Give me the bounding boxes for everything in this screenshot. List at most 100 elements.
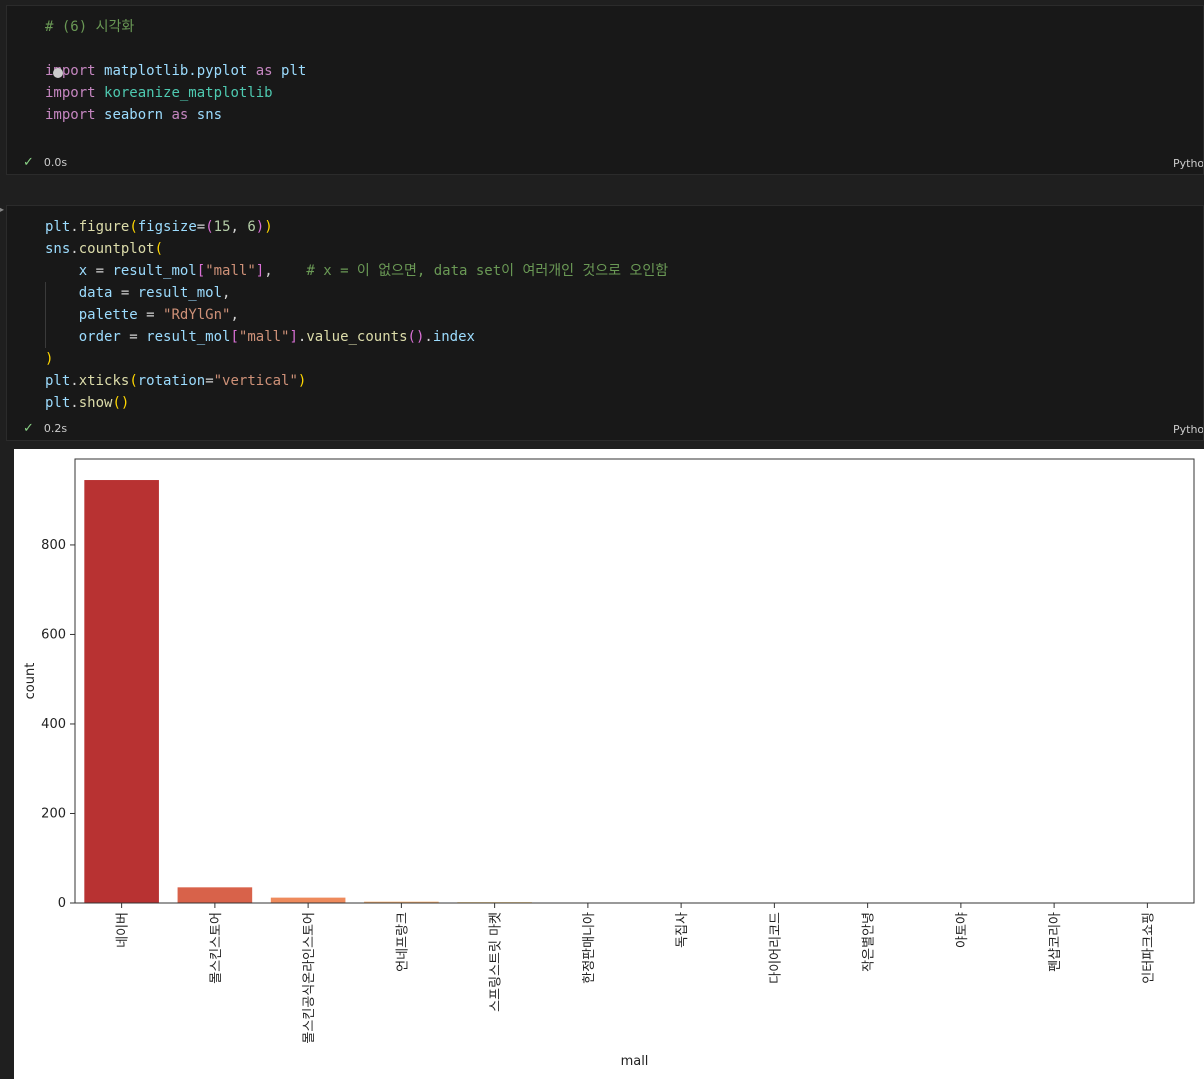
x-tick-label: 네이버 (116, 912, 131, 948)
y-axis-label: count (23, 663, 38, 700)
code-token: figure (78, 219, 130, 235)
code-token: = (112, 285, 138, 301)
y-tick-label: 600 (41, 627, 66, 642)
check-icon: ✓ (23, 155, 34, 170)
code-token: x (78, 263, 88, 279)
cell-status: ✓ 0.2s (23, 421, 67, 436)
code-token: figsize (137, 219, 197, 235)
code-token: = (120, 329, 147, 345)
code-line: plt.show() (45, 392, 668, 414)
bar (270, 897, 346, 903)
code-token: # (6) 시각화 (45, 19, 135, 35)
code-token: data (78, 285, 113, 301)
code-token: matplotlib.pyplot (104, 63, 248, 79)
code-cell-countplot[interactable]: plt.figure(figsize=(15, 6)) sns.countplot… (6, 205, 1204, 441)
code-token: ( (129, 219, 138, 235)
code-token: sns (196, 107, 223, 123)
bar (177, 887, 253, 903)
code-token: ) (297, 373, 307, 389)
code-token: ) (255, 219, 265, 235)
code-token: ] (289, 329, 298, 345)
x-tick-label: 야토야 (955, 912, 970, 948)
code-token: ( (154, 241, 164, 257)
code-line: palette = "RdYlGn", (45, 304, 668, 326)
code-cell-imports[interactable]: # (6) 시각화 import matplotlib.pyplot as plt… (6, 5, 1204, 175)
code-token: 15 (213, 219, 231, 235)
x-tick-label: 한정판매니아 (582, 912, 597, 984)
code-token: as (255, 63, 273, 79)
code-line: import matplotlib.pyplot as plt (45, 60, 306, 82)
code-token: "mall" (238, 329, 290, 345)
y-tick-label: 0 (58, 896, 66, 911)
cell-output: 0 200 400 600 800 네이버 몰스킨스토어 몰스킨공식온라인스토어 언네프랑크 스프… (14, 449, 1204, 1079)
code-token: ) (45, 351, 54, 367)
code-token: palette (78, 307, 138, 323)
code-line: plt.xticks(rotation="vertical") (45, 370, 668, 392)
code-token: index (432, 329, 475, 345)
language-label[interactable]: Python (1173, 157, 1203, 170)
code-line: x = result_mol["mall"], # x = 이 없으면, dat… (45, 260, 668, 282)
y-tick-label: 800 (41, 538, 66, 553)
execution-time: 0.2s (43, 422, 68, 435)
code-token: . (70, 395, 79, 411)
code-token: show (78, 395, 113, 411)
code-editor[interactable]: # (6) 시각화 import matplotlib.pyplot as plt… (45, 16, 306, 126)
code-token: value_counts (306, 329, 408, 345)
code-token: . (70, 219, 79, 235)
x-tick-label: 스프링스트릿 마켓 (489, 912, 504, 1012)
x-tick-label: 독집사 (675, 912, 690, 948)
code-editor[interactable]: plt.figure(figsize=(15, 6)) sns.countplot… (45, 216, 668, 414)
code-token: seaborn (104, 107, 164, 123)
bar (84, 480, 159, 903)
code-token: [ (230, 329, 239, 345)
code-token: . (70, 241, 79, 257)
code-line: sns.countplot( (45, 238, 668, 260)
code-token: , (230, 307, 239, 323)
code-token: "mall" (205, 263, 256, 279)
code-token: plt (45, 373, 71, 389)
code-token: , (230, 219, 248, 235)
code-token: result_mol (146, 329, 231, 345)
code-token: koreanize_matplotlib (104, 85, 273, 101)
code-line: plt.figure(figsize=(15, 6)) (45, 216, 668, 238)
code-token: "vertical" (213, 373, 298, 389)
code-token: ) (264, 219, 273, 235)
code-token: import (45, 85, 96, 101)
code-line: order = result_mol["mall"]. value_counts(… (45, 326, 668, 348)
code-token: # x = 이 없으면, data set이 여러개인 것으로 오인함 (306, 263, 669, 279)
lightbulb-icon[interactable] (53, 68, 63, 78)
code-token: result_mol (112, 263, 197, 279)
code-token: () (407, 329, 425, 345)
code-token: , (222, 285, 231, 301)
code-token: = (87, 263, 113, 279)
check-icon: ✓ (23, 421, 34, 436)
execution-time: 0.0s (43, 156, 68, 169)
code-token: result_mol (137, 285, 223, 301)
code-token: 6 (247, 219, 256, 235)
code-token: = (196, 219, 206, 235)
code-token: ( (129, 373, 138, 389)
x-tick-label: 펜샵코리아 (1048, 912, 1063, 972)
language-label[interactable]: Python (1173, 423, 1203, 436)
code-token: . (424, 329, 433, 345)
x-axis-label: mall (621, 1054, 649, 1069)
code-token: "RdYlGn" (163, 307, 231, 323)
cell-collapse-icon[interactable]: ▸ (0, 205, 4, 214)
code-token: . (70, 373, 79, 389)
code-line: # (6) 시각화 (45, 16, 306, 38)
code-token: import (45, 107, 96, 123)
y-tick-label: 200 (41, 806, 66, 821)
code-token: ] (255, 263, 265, 279)
plot-frame (74, 458, 1195, 904)
code-token: = (137, 307, 164, 323)
y-tick-label: 400 (41, 717, 66, 732)
code-line: ) (45, 348, 668, 370)
code-token: , (264, 263, 307, 279)
